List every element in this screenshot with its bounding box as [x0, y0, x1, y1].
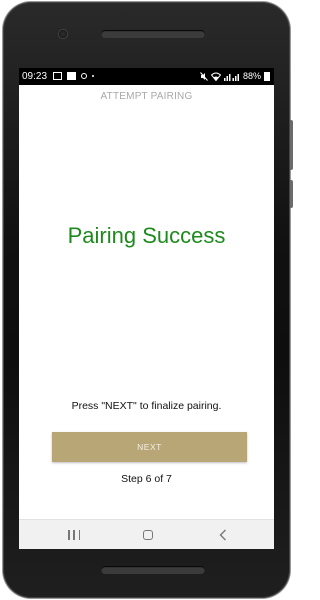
mute-icon [200, 72, 208, 81]
wifi-icon [210, 72, 221, 81]
next-button[interactable]: NEXT [52, 432, 247, 462]
front-camera [59, 30, 67, 38]
step-indicator: Step 6 of 7 [121, 473, 172, 485]
bottom-speaker [101, 566, 205, 574]
back-icon[interactable] [219, 529, 227, 541]
instruction-text: Press "NEXT" to finalize pairing. [71, 400, 222, 412]
volume-button [290, 120, 293, 170]
sync-icon [81, 73, 87, 79]
home-icon[interactable] [143, 530, 153, 540]
system-icons: 88% [200, 68, 270, 85]
battery-icon [264, 72, 270, 81]
page-title: ATTEMPT PAIRING [100, 91, 193, 102]
success-heading: Pairing Success [67, 223, 226, 248]
gallery-icon [67, 72, 76, 80]
power-button [290, 180, 293, 208]
more-notifications-icon [92, 75, 94, 77]
screen: 09:23 88% ATTEMPT PAIRING Pairing Succes… [19, 68, 274, 549]
recent-apps-icon[interactable] [68, 530, 80, 540]
battery-percent: 88% [242, 71, 261, 81]
messages-icon [53, 72, 62, 80]
status-bar: 09:23 88% [19, 68, 274, 85]
status-time: 09:23 [22, 71, 48, 82]
signal-icon [223, 74, 239, 81]
navigation-bar [19, 519, 274, 549]
notification-icons [53, 72, 94, 80]
earpiece-speaker [101, 30, 205, 38]
